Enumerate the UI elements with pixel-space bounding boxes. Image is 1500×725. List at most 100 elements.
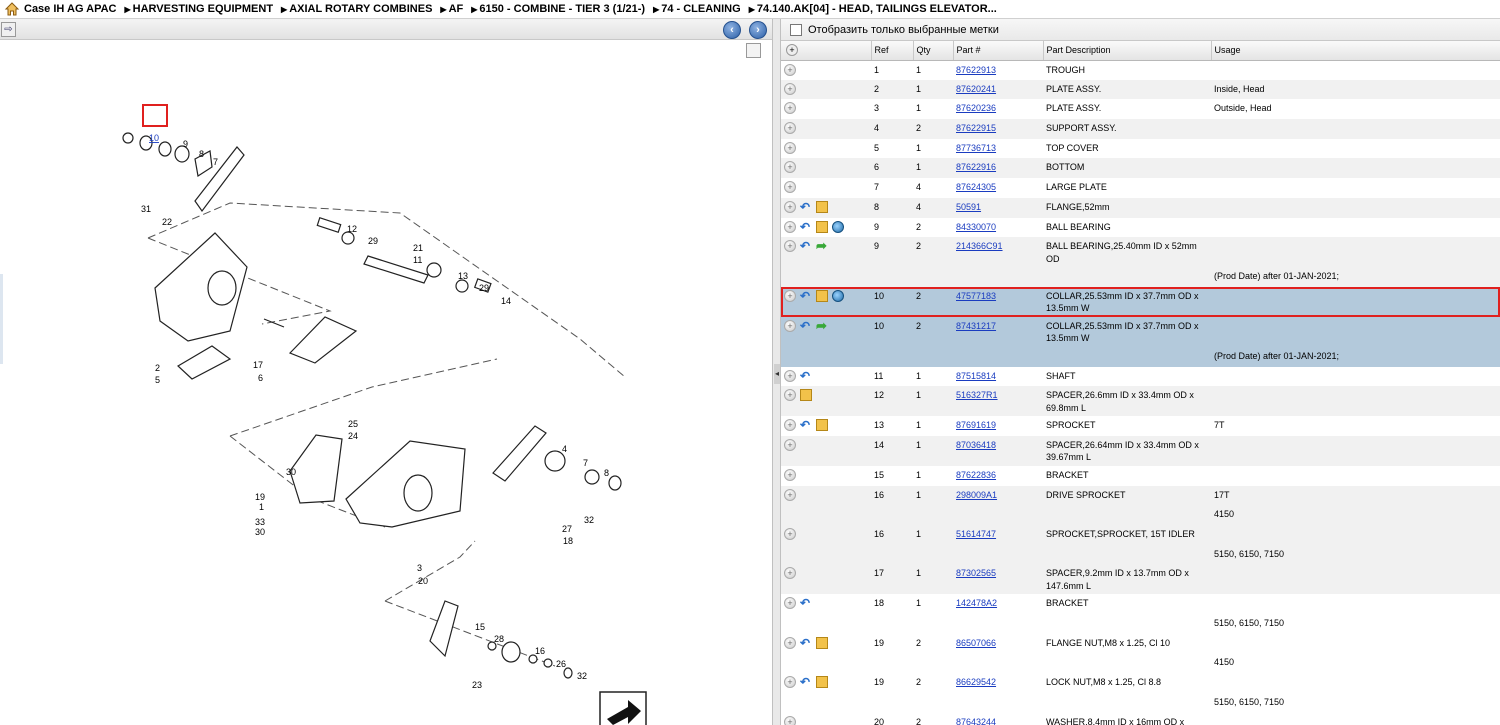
- breadcrumb-item[interactable]: ▶ 6150 - COMBINE - TIER 3 (1/21-): [471, 3, 645, 15]
- table-row[interactable]: + ↶ ➦ 10 2 87431217 COLLAR,25.53mm ID x 37.7mm…: [781, 316, 1500, 347]
- table-row[interactable]: +2 1 87620241 PLATE ASSY. Inside, Head: [781, 79, 1500, 100]
- reuse-icon[interactable]: ↶: [800, 676, 812, 688]
- breadcrumb-item[interactable]: ▶ HARVESTING EQUIPMENT: [125, 3, 274, 15]
- callout-label[interactable]: 14: [501, 296, 511, 306]
- part-number-link[interactable]: 87643244: [956, 717, 996, 725]
- callout-label[interactable]: 23: [472, 680, 482, 690]
- callout-label[interactable]: 7: [213, 157, 218, 167]
- table-row[interactable]: +20 2 87643244 WASHER,8.4mm ID x 16mm OD x …: [781, 713, 1500, 725]
- table-row[interactable]: +5 1 87736713 TOP COVER: [781, 139, 1500, 159]
- usage-note-row[interactable]: 5150, 6150, 7150: [781, 544, 1500, 565]
- next-sheet-icon[interactable]: [599, 691, 647, 725]
- row-expand-icon[interactable]: +: [784, 676, 796, 689]
- package-icon[interactable]: [800, 389, 812, 402]
- part-number-link[interactable]: 87691619: [956, 420, 996, 430]
- callout-label[interactable]: 30: [286, 467, 296, 477]
- table-row[interactable]: + ↶ 10 2 47577183 COLLAR,25.53mm ID x 37.7mm …: [781, 286, 1500, 317]
- row-expand-icon[interactable]: +: [784, 161, 796, 174]
- callout-label[interactable]: 29: [479, 283, 489, 293]
- expand-all-header[interactable]: +: [781, 41, 872, 61]
- row-expand-icon[interactable]: +: [784, 122, 796, 135]
- callout-label[interactable]: 32: [577, 671, 587, 681]
- callout-label[interactable]: 8: [199, 149, 204, 159]
- reuse-icon[interactable]: ↶: [800, 240, 812, 252]
- callout-label[interactable]: 24: [348, 431, 358, 441]
- callout-label[interactable]: 6: [258, 373, 263, 383]
- row-expand-icon[interactable]: +: [784, 389, 796, 402]
- usage-note-row[interactable]: 5150, 6150, 7150: [781, 614, 1500, 634]
- row-expand-icon[interactable]: +: [784, 181, 796, 194]
- reuse-icon[interactable]: ↶: [800, 419, 812, 431]
- column-header-part[interactable]: Part #: [953, 41, 1044, 61]
- row-expand-icon[interactable]: +: [784, 102, 796, 115]
- callout-label[interactable]: 26: [556, 659, 566, 669]
- replaced-by-icon[interactable]: ➦: [816, 239, 828, 252]
- part-number-link[interactable]: 87736713: [956, 143, 996, 153]
- package-icon[interactable]: [816, 220, 828, 233]
- reuse-icon[interactable]: ↶: [800, 637, 812, 649]
- table-row[interactable]: + ↶ 19 2 86507066 FLANGE NUT,M8 x 1.25, Cl 10: [781, 634, 1500, 654]
- pane-splitter[interactable]: ◂: [772, 19, 781, 725]
- reuse-icon[interactable]: ↶: [800, 290, 812, 302]
- callout-label[interactable]: 27: [562, 524, 572, 534]
- callout-label[interactable]: 22: [162, 217, 172, 227]
- part-number-link[interactable]: 50591: [956, 202, 981, 212]
- reuse-icon[interactable]: ↶: [800, 201, 812, 213]
- part-number-link[interactable]: 87622913: [956, 65, 996, 75]
- table-row[interactable]: +15 1 87622836 BRACKET: [781, 466, 1500, 486]
- table-row[interactable]: + ↶ ➦ 9 2 214366C91 BALL BEARING,25.40mm ID x …: [781, 237, 1500, 268]
- column-header-description[interactable]: Part Description: [1043, 41, 1212, 61]
- expand-pane-icon[interactable]: ⇨: [1, 22, 16, 37]
- column-header-qty[interactable]: Qty: [913, 41, 954, 61]
- part-number-link[interactable]: 298009A1: [956, 490, 997, 500]
- part-number-link[interactable]: 87431217: [956, 321, 996, 331]
- table-row[interactable]: + ↶ 9 2 84330070 BALL BEARING: [781, 218, 1500, 238]
- usage-note-row[interactable]: (Prod Date) after 01-JAN-2021;: [781, 346, 1500, 367]
- part-number-link[interactable]: 87622916: [956, 162, 996, 172]
- back-button[interactable]: ‹: [723, 21, 741, 39]
- table-row[interactable]: + ↶ 8 4 50591 FLANGE,52mm: [781, 197, 1500, 218]
- part-number-link[interactable]: 516327R1: [956, 390, 998, 400]
- reuse-icon[interactable]: ↶: [800, 597, 812, 609]
- forward-button[interactable]: ›: [749, 21, 767, 39]
- callout-label[interactable]: 33: [255, 517, 265, 527]
- row-expand-icon[interactable]: +: [784, 567, 796, 580]
- callout-label[interactable]: 13: [458, 271, 468, 281]
- part-number-link[interactable]: 87620236: [956, 103, 996, 113]
- row-expand-icon[interactable]: +: [784, 319, 796, 332]
- row-expand-icon[interactable]: +: [784, 597, 796, 610]
- row-expand-icon[interactable]: +: [784, 488, 796, 501]
- column-header-usage[interactable]: Usage: [1211, 41, 1500, 61]
- exploded-parts-diagram[interactable]: 1098731221229211113291425176252430191333…: [0, 41, 772, 725]
- table-row[interactable]: +6 1 87622916 BOTTOM: [781, 158, 1500, 179]
- callout-label[interactable]: 1: [259, 502, 264, 512]
- part-number-link[interactable]: 47577183: [956, 291, 996, 301]
- reuse-icon[interactable]: ↶: [800, 320, 812, 332]
- part-number-link[interactable]: 87622836: [956, 470, 996, 480]
- callout-label[interactable]: 18: [563, 536, 573, 546]
- package-icon[interactable]: [816, 289, 828, 302]
- collapse-arrow-icon[interactable]: ◂: [774, 364, 780, 384]
- row-expand-icon[interactable]: +: [784, 220, 796, 233]
- callout-label[interactable]: 21: [413, 243, 423, 253]
- usage-note-row[interactable]: 5150, 6150, 7150: [781, 693, 1500, 713]
- callout-label[interactable]: 5: [155, 375, 160, 385]
- callout-label[interactable]: 12: [347, 224, 357, 234]
- reuse-icon[interactable]: ↶: [800, 221, 812, 233]
- row-expand-icon[interactable]: +: [784, 715, 796, 725]
- replaced-by-icon[interactable]: ➦: [816, 319, 828, 332]
- breadcrumb-item[interactable]: ▶ 74.140.AK[04] - HEAD, TAILINGS ELEVATOR…: [749, 3, 997, 15]
- table-row[interactable]: + ↶ 11 1 87515814 SHAFT: [781, 367, 1500, 387]
- row-expand-icon[interactable]: +: [784, 636, 796, 649]
- callout-label[interactable]: 11: [413, 255, 422, 265]
- table-row[interactable]: +16 1 298009A1 DRIVE SPROCKET 17T: [781, 485, 1500, 506]
- callout-label[interactable]: 17: [253, 360, 263, 370]
- part-number-link[interactable]: 87515814: [956, 371, 996, 381]
- package-icon[interactable]: [816, 676, 828, 689]
- reuse-icon[interactable]: ↶: [800, 370, 812, 382]
- callout-label[interactable]: 19: [255, 492, 265, 502]
- callout-label[interactable]: 4: [562, 444, 567, 454]
- callout-label[interactable]: 9: [183, 139, 188, 149]
- callout-label[interactable]: 25: [348, 419, 358, 429]
- usage-note-row[interactable]: (Prod Date) after 01-JAN-2021;: [781, 267, 1500, 287]
